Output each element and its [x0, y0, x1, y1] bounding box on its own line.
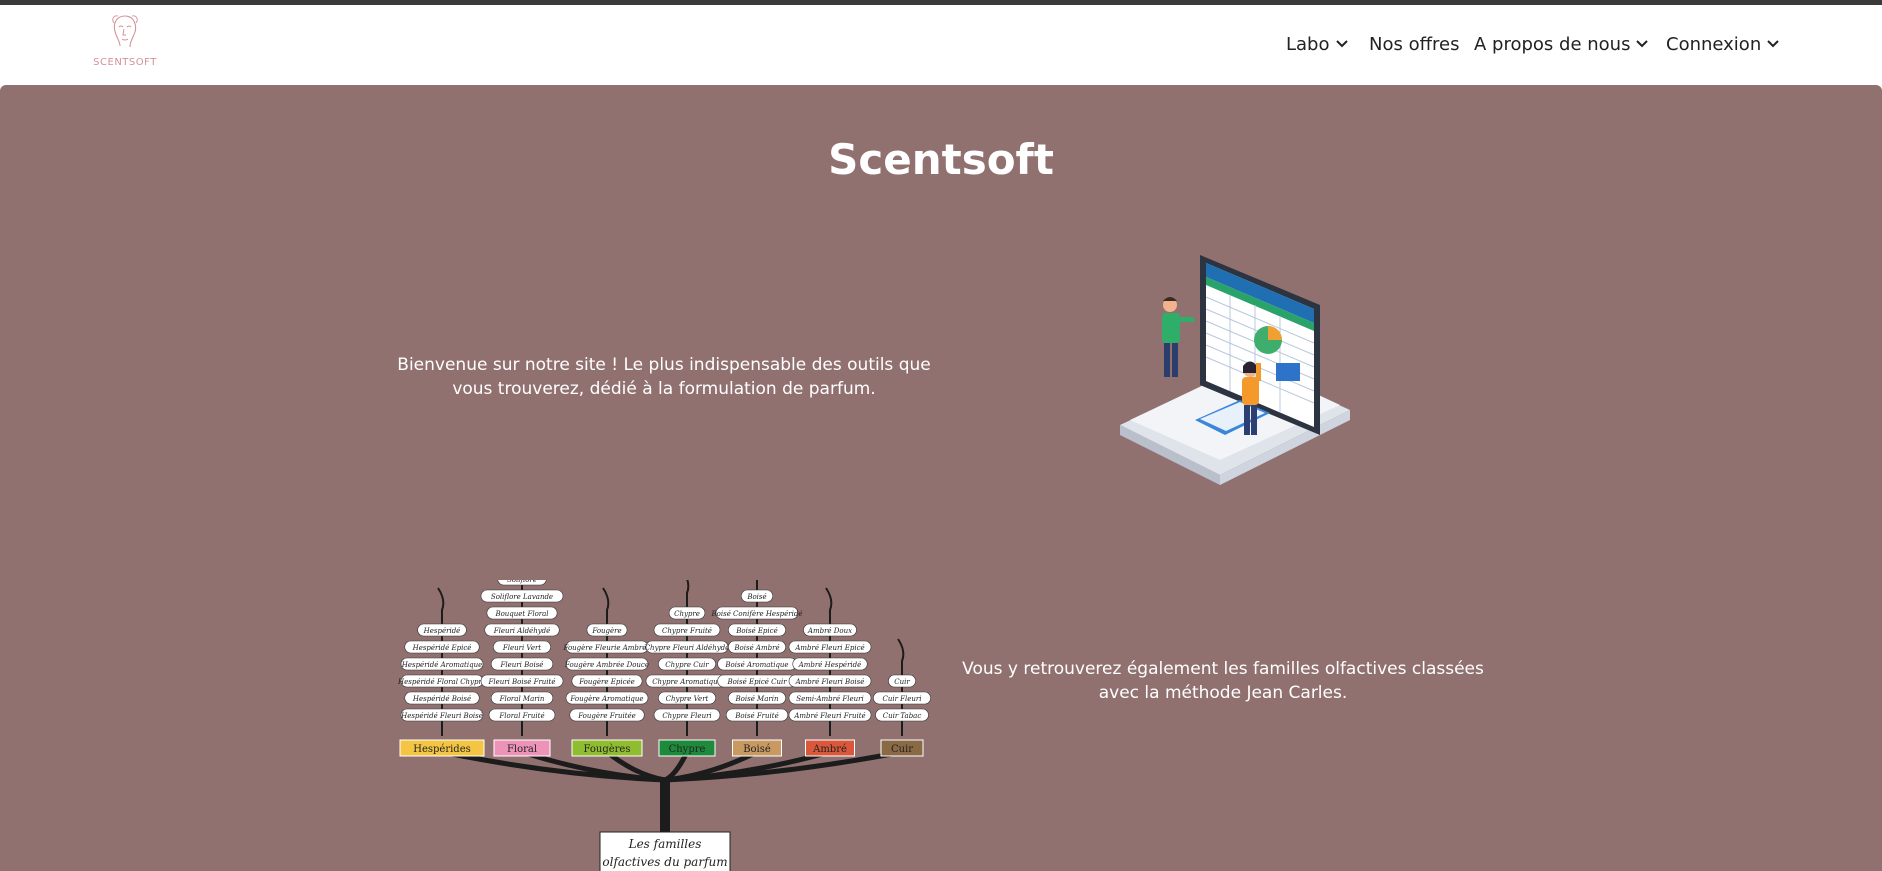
subfamily-label: Ambré Fleuri Fruité	[793, 712, 865, 720]
spreadsheet-illustration	[1120, 255, 1350, 485]
subfamily-label: Semi-Ambré Fleuri	[796, 695, 863, 703]
subfamily-label: Floral Fruité	[498, 712, 544, 720]
caption-line: Les familles	[628, 837, 702, 851]
subfamily-label: Fougère Ambrée Douce	[564, 661, 649, 669]
subfamily-label: Boisé	[746, 593, 766, 601]
nav-label: Connexion	[1666, 34, 1762, 55]
subfamily-label: Chypre Cuir	[665, 661, 709, 669]
subfamily-label: Fougère Fruitée	[577, 712, 636, 720]
tree-twig	[897, 638, 905, 736]
subfamily-label: Bouquet Floral	[494, 610, 548, 618]
brand-logo[interactable]: SCENTSOFT	[92, 13, 158, 71]
subfamily-label: Soliflore	[507, 580, 537, 584]
family-label: Hespérides	[413, 744, 471, 755]
subfamily-label: Hespéridé Aromatique	[401, 661, 483, 669]
nav-label: Nos offres	[1369, 34, 1460, 55]
logo-face-icon	[112, 15, 138, 48]
subfamily-label: Chypre Fleuri	[662, 712, 711, 720]
subfamily-label: Ambré Fleuri Epicé	[794, 644, 864, 652]
subfamily-label: Cuir Tabac	[883, 712, 922, 720]
subfamily-label: Boisé Aromatique	[724, 661, 788, 669]
nav-item-labo[interactable]: Labo	[1286, 27, 1348, 63]
olfactive-families-tree: Hespérides Hespéridé Hespéridé Epicé Hespér…	[397, 580, 931, 871]
subfamily-label: Chypre	[674, 610, 700, 618]
subfamily-label: Cuir Fleuri	[882, 695, 921, 703]
chevron-down-icon	[1636, 39, 1649, 47]
nav-label: A propos de nous	[1474, 34, 1631, 55]
subfamily-label: Hespéridé Fleuri Boisé	[400, 712, 483, 720]
subfamily-label: Soliflore Lavande	[491, 593, 553, 601]
nav-label: Labo	[1286, 34, 1330, 55]
subfamily-label: Boisé Fruité	[734, 712, 778, 720]
subfamily-label: Hespéridé	[423, 627, 461, 635]
subfamily-label: Boisé Ambré	[733, 644, 779, 652]
chevron-down-icon	[1767, 39, 1779, 47]
caption-line: olfactives du parfum	[602, 855, 727, 869]
subfamily-label: Fougère Fleurie Ambrée	[562, 644, 650, 652]
page-title: Scentsoft	[828, 135, 1054, 184]
subfamily-label: Fleuri Boisé Fruité	[487, 678, 555, 686]
chevron-down-icon	[1335, 39, 1348, 47]
family-label: Fougères	[583, 744, 630, 755]
intro-text: Bienvenue sur notre site ! Le plus indis…	[397, 355, 931, 399]
subfamily-label: Ambré Doux	[807, 627, 852, 635]
subfamily-label: Chypre Vert	[666, 695, 709, 703]
subfamily-label: Hespéridé Floral Chypré	[397, 678, 486, 686]
subfamily-label: Fougère Aromatique	[569, 695, 643, 703]
subfamily-label: Cuir	[894, 678, 910, 686]
subfamily-label: Boisé Epicé	[735, 627, 777, 635]
subfamily-label: Ambré Fleuri Boisé	[795, 678, 865, 686]
brand-name: SCENTSOFT	[93, 57, 157, 68]
subfamily-label: Fleuri Boisé	[500, 661, 544, 669]
subfamily-label: Boisé Conifère Hespéridé	[711, 610, 803, 618]
nav-item-a-propos[interactable]: A propos de nous	[1474, 27, 1649, 63]
subfamily-label: Boisé Marin	[735, 695, 779, 703]
subfamily-label: Chypre Fleuri Aldéhydé	[645, 644, 730, 652]
family-label: Ambré	[812, 744, 847, 755]
hero-section: Scentsoft Bienvenue sur notre site ! Le …	[0, 85, 1882, 871]
subfamily-label: Hespéridé Epicé	[412, 644, 472, 652]
subfamily-label: Hespéridé Boisé	[412, 695, 471, 703]
nav-item-nos-offres[interactable]: Nos offres	[1369, 27, 1459, 63]
family-label: Boisé	[743, 744, 771, 755]
site-header: SCENTSOFT Labo Nos offres A propos de no…	[0, 5, 1882, 85]
family-label: Floral	[507, 744, 537, 755]
subfamily-label: Floral Marin	[499, 695, 545, 703]
subfamily-label: Chypre Fruité	[662, 627, 712, 635]
nav-item-connexion[interactable]: Connexion	[1666, 27, 1779, 63]
subfamily-label: Fougère	[591, 627, 621, 635]
family-label: Chypre	[669, 744, 706, 755]
subfamily-label: Fougère Epicée	[578, 678, 635, 686]
subfamily-label: Ambré Hespéridé	[798, 661, 862, 669]
subfamily-label: Boisé Epicé Cuir	[726, 678, 787, 686]
subfamily-label: Fleuri Aldéhydé	[493, 627, 551, 635]
subfamily-label: Chypre Aromatique	[652, 678, 722, 686]
family-label: Cuir	[891, 744, 913, 755]
subfamily-label: Fleuri Vert	[502, 644, 541, 652]
families-text: Vous y retrouverez également les famille…	[962, 659, 1484, 703]
